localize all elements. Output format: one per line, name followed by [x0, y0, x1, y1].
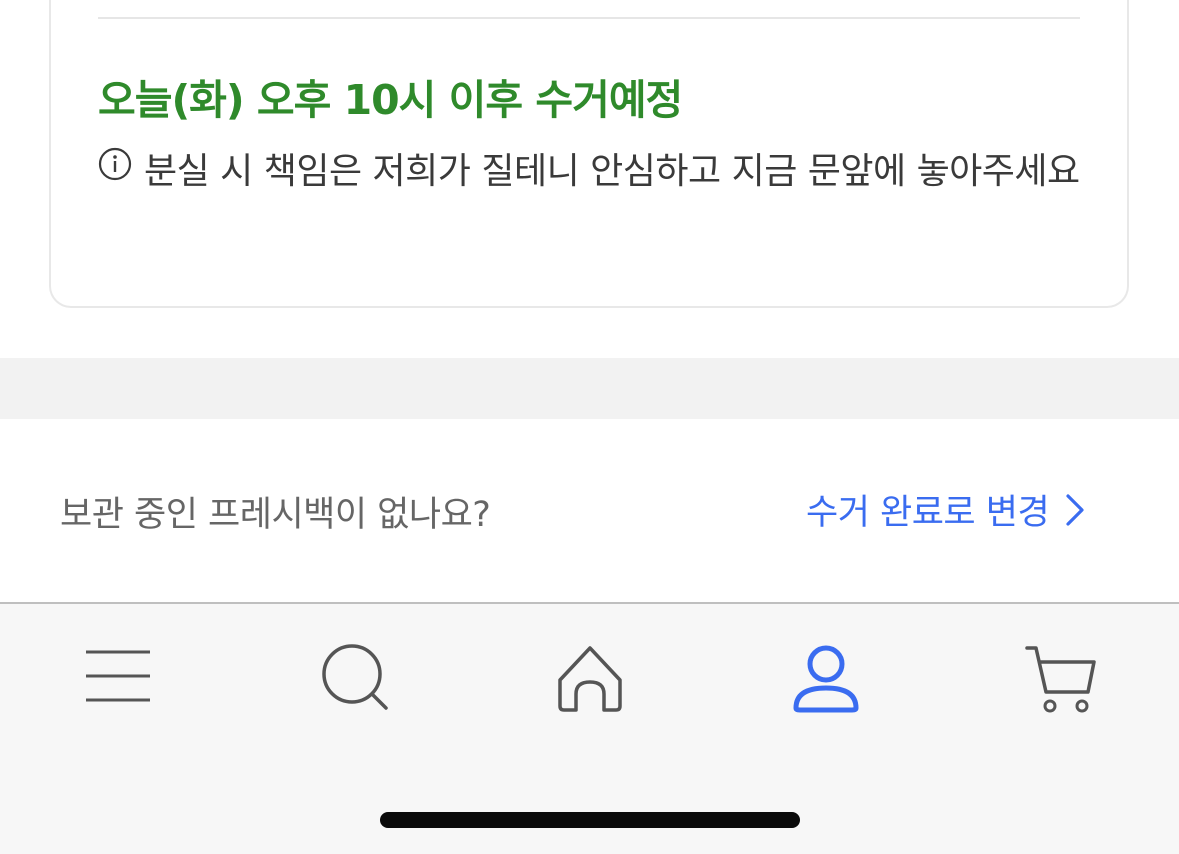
home-icon[interactable] — [550, 640, 630, 720]
mark-pickup-complete-link[interactable]: 수거 완료로 변경 — [806, 484, 1087, 535]
chevron-right-icon — [1066, 493, 1084, 526]
mark-pickup-complete-label: 수거 완료로 변경 — [806, 493, 1050, 533]
person-icon[interactable] — [786, 640, 866, 720]
no-fresh-bag-question: 보관 중인 프레시백이 없나요? — [60, 495, 491, 535]
section-separator — [0, 358, 1179, 419]
home-indicator[interactable] — [380, 812, 800, 828]
hamburger-menu-icon[interactable] — [78, 640, 158, 720]
card-divider — [98, 17, 1080, 19]
pickup-schedule-title: 오늘(화) 오후 10시 이후 수거예정 — [98, 76, 683, 124]
cart-icon[interactable] — [1022, 640, 1102, 720]
notice-text: 분실 시 책임은 저희가 질테니 안심하고 지금 문앞에 놓아주세요 — [144, 151, 1080, 192]
info-circle-icon — [98, 147, 132, 181]
search-icon[interactable] — [314, 640, 394, 720]
